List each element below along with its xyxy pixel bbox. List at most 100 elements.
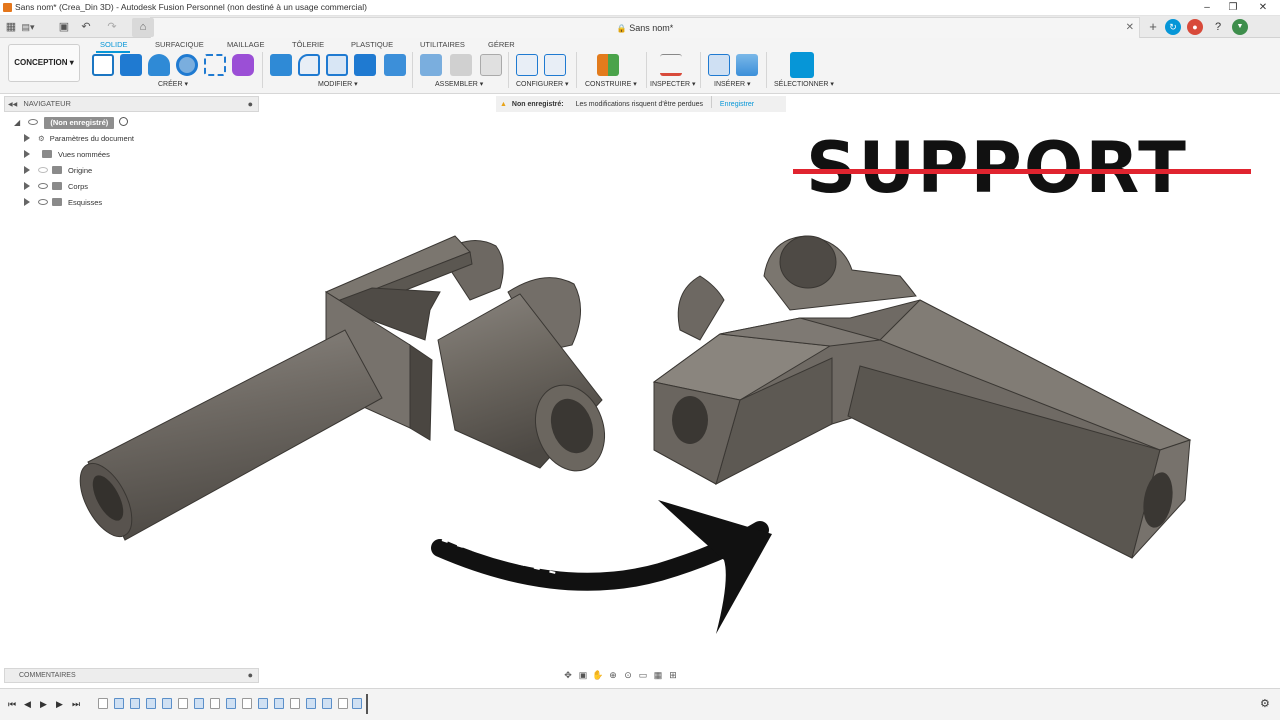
timeline-sketch[interactable]	[210, 698, 220, 709]
tab-tolerie[interactable]: TÔLERIE	[292, 40, 324, 49]
collapse-arrows-icon[interactable]: ◀◀	[8, 102, 17, 108]
timeline-feature[interactable]	[306, 698, 316, 709]
workspace-switcher[interactable]: CONCEPTION ▾	[8, 44, 80, 82]
go-to-end-icon[interactable]: ⏭	[72, 699, 80, 710]
joint-icon[interactable]	[450, 54, 472, 76]
tab-plastique[interactable]: PLASTIQUE	[351, 40, 393, 49]
extrude-icon[interactable]	[120, 54, 142, 76]
group-configurer[interactable]: CONFIGURER ▾	[516, 80, 569, 88]
step-back-icon[interactable]: ◀	[24, 699, 31, 710]
fillet-icon[interactable]	[298, 54, 320, 76]
group-inserer[interactable]: INSÉRER ▾	[714, 80, 751, 88]
timeline-sketch[interactable]	[98, 698, 108, 709]
timeline-feature[interactable]	[274, 698, 284, 709]
combine-icon[interactable]	[354, 54, 376, 76]
shell-icon[interactable]	[326, 54, 348, 76]
group-modifier[interactable]: MODIFIER ▾	[318, 80, 358, 88]
group-assembler[interactable]: ASSEMBLER ▾	[435, 80, 483, 88]
group-construire[interactable]: CONSTRUIRE ▾	[585, 80, 637, 88]
help-icon[interactable]: ?	[1210, 19, 1226, 35]
zoom-icon[interactable]: ⊕	[607, 666, 619, 684]
file-menu-icon[interactable]: ▤▾	[20, 19, 36, 35]
timeline-sketch[interactable]	[178, 698, 188, 709]
timeline-feature[interactable]	[322, 698, 332, 709]
redo-icon[interactable]: ↷	[104, 19, 120, 35]
view-nav-bar: ✥ ▣ ✋ ⊕ ⊙ ▭ ▦ ⊞	[562, 666, 720, 684]
revolve-icon[interactable]	[148, 54, 170, 76]
navigator-pin-icon[interactable]: ●	[248, 97, 253, 111]
avatar[interactable]: ▼	[1232, 19, 1248, 35]
select-icon[interactable]	[790, 52, 814, 78]
play-icon[interactable]: ▶	[40, 699, 47, 710]
document-tab[interactable]: 🔒 Sans nom* ✕	[150, 17, 1140, 38]
pattern-icon[interactable]	[204, 54, 226, 76]
timeline-marker[interactable]	[366, 694, 368, 714]
comments-panel-header[interactable]: COMMENTAIRES ●	[4, 668, 259, 683]
timeline-feature[interactable]	[130, 698, 140, 709]
close-tab-icon[interactable]: ✕	[1126, 18, 1134, 38]
look-at-icon[interactable]: ▣	[577, 666, 589, 684]
timeline-feature[interactable]	[258, 698, 268, 709]
tab-maillage[interactable]: MAILLAGE	[227, 40, 265, 49]
navigator-header[interactable]: ◀◀ NAVIGATEUR ●	[4, 96, 259, 112]
home-icon[interactable]: ⌂	[132, 18, 154, 37]
timeline-sketch[interactable]	[338, 698, 348, 709]
window-title: Sans nom* (Crea_Din 3D) - Autodesk Fusio…	[15, 2, 367, 12]
undo-icon[interactable]: ↶	[78, 19, 94, 35]
tab-surfacique[interactable]: SURFACIQUE	[155, 40, 204, 49]
new-tab-icon[interactable]: +	[1145, 19, 1161, 35]
tab-gerer[interactable]: GÉRER	[488, 40, 515, 49]
maximize-button[interactable]: ❐	[1220, 0, 1246, 15]
timeline-feature[interactable]	[194, 698, 204, 709]
insert-canvas-icon[interactable]	[736, 54, 758, 76]
group-inspecter[interactable]: INSPECTER ▾	[650, 80, 696, 88]
change-parameters-icon[interactable]	[516, 54, 538, 76]
timeline-settings-gear-icon[interactable]: ⚙	[1260, 697, 1270, 710]
group-creer[interactable]: CRÉER ▾	[158, 80, 188, 88]
press-pull-icon[interactable]	[270, 54, 292, 76]
timeline-feature[interactable]	[162, 698, 172, 709]
model-support-part[interactable]	[652, 235, 1192, 559]
hole-icon[interactable]	[176, 54, 198, 76]
separator	[766, 52, 767, 88]
timeline-sketch[interactable]	[242, 698, 252, 709]
as-built-joint-icon[interactable]	[480, 54, 502, 76]
go-to-start-icon[interactable]: ⏮	[8, 699, 16, 710]
move-copy-icon[interactable]	[384, 54, 406, 76]
navigator-title: NAVIGATEUR	[23, 99, 71, 108]
timeline-feature[interactable]	[352, 698, 362, 709]
timeline-feature[interactable]	[226, 698, 236, 709]
timeline-feature[interactable]	[146, 698, 156, 709]
form-icon[interactable]	[232, 54, 254, 76]
timeline-feature[interactable]	[114, 698, 124, 709]
offset-plane-icon[interactable]	[597, 54, 619, 76]
save-icon[interactable]: ▣	[56, 19, 72, 35]
close-window-button[interactable]: ✕	[1250, 0, 1276, 15]
app-grid-icon[interactable]: ▦	[3, 19, 19, 35]
pan-icon[interactable]: ✋	[592, 666, 604, 684]
step-forward-icon[interactable]: ▶	[56, 699, 63, 710]
job-status-icon[interactable]: ↻	[1165, 19, 1181, 35]
zoom-window-icon[interactable]: ⊙	[622, 666, 634, 684]
timeline-sketch[interactable]	[290, 698, 300, 709]
viewport-canvas[interactable]: SUPPORT	[0, 112, 1280, 672]
new-component-icon[interactable]	[420, 54, 442, 76]
insert-derive-icon[interactable]	[708, 54, 730, 76]
minimize-button[interactable]: –	[1194, 0, 1220, 15]
notifications-icon[interactable]: ●	[1187, 19, 1203, 35]
display-settings-icon[interactable]: ▭	[637, 666, 649, 684]
measure-icon[interactable]	[660, 54, 682, 76]
timeline-bar: ⏮ ◀ ▶ ▶ ⏭ ⚙	[0, 688, 1280, 720]
configure-table-icon[interactable]	[544, 54, 566, 76]
comments-pin-icon[interactable]: ●	[248, 669, 253, 682]
create-sketch-icon[interactable]	[92, 54, 114, 76]
fusion-window: Sans nom* (Crea_Din 3D) - Autodesk Fusio…	[0, 0, 1280, 720]
group-selectionner[interactable]: SÉLECTIONNER ▾	[774, 80, 834, 88]
orbit-icon[interactable]: ✥	[562, 666, 574, 684]
tab-solide[interactable]: SOLIDE	[100, 40, 128, 49]
save-link[interactable]: Enregistrer	[720, 101, 754, 108]
grid-settings-icon[interactable]: ▦	[652, 666, 664, 684]
tab-utilitaires[interactable]: UTILITAIRES	[420, 40, 465, 49]
viewports-icon[interactable]: ⊞	[667, 666, 679, 684]
model-clevis-part[interactable]	[70, 235, 616, 545]
